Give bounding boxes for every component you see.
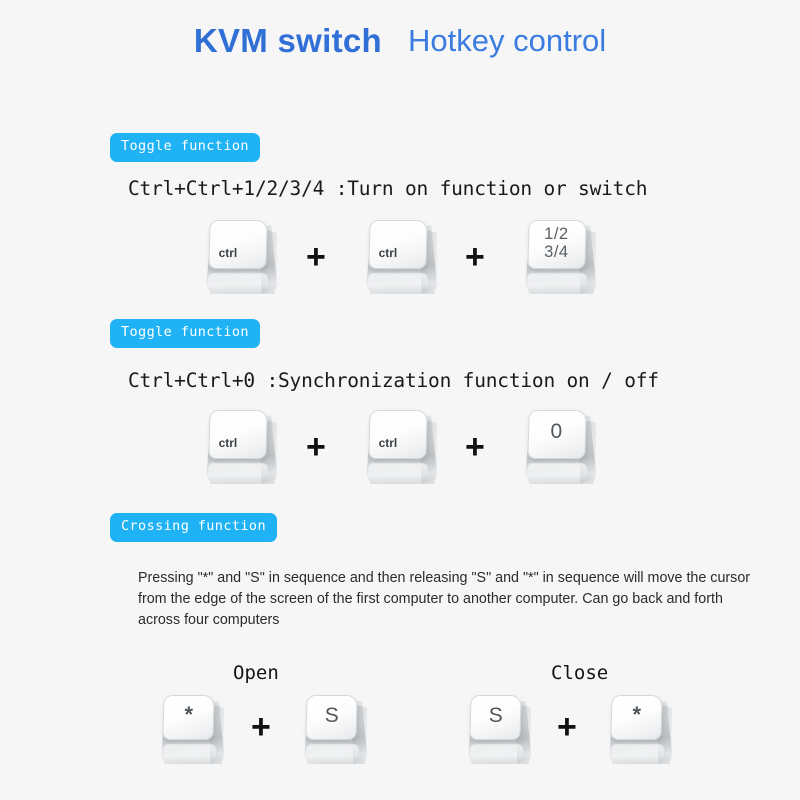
plus-icon-2: + bbox=[465, 238, 485, 276]
page-subtitle: Hotkey control bbox=[408, 23, 607, 58]
keycap-zero[interactable]: 0 bbox=[524, 408, 596, 484]
keycap-legend: S bbox=[488, 704, 503, 728]
keycap-highlight bbox=[526, 272, 588, 290]
crossing-function-description: Pressing "*" and "S" in sequence and the… bbox=[138, 570, 751, 628]
keycap-highlight bbox=[305, 744, 360, 760]
keycap-highlight bbox=[367, 272, 429, 290]
badge-toggle-function-2: Toggle function bbox=[110, 319, 260, 348]
keycap-legend: ctrl bbox=[218, 246, 238, 261]
label-close: Close bbox=[551, 662, 609, 684]
badge-toggle-function-1: Toggle function bbox=[110, 133, 260, 162]
keycap-ctrl-4[interactable]: ctrl bbox=[365, 408, 437, 484]
plus-icon-1: + bbox=[306, 238, 326, 276]
keycap-legend: ctrl bbox=[378, 246, 398, 261]
keyrow-toggle-switch: ctrl + ctrl + 1/2 3/4 bbox=[0, 218, 800, 300]
page-title: KVM switch bbox=[193, 22, 383, 59]
badge-crossing-function: Crossing function bbox=[110, 513, 277, 542]
keycap-legend: ctrl bbox=[378, 436, 398, 451]
keycap-s-close[interactable]: S bbox=[467, 694, 531, 764]
keycap-highlight bbox=[207, 272, 269, 290]
keycap-highlight bbox=[207, 462, 269, 480]
keycap-ctrl-1[interactable]: ctrl bbox=[205, 218, 277, 294]
keycap-highlight bbox=[469, 744, 524, 760]
keyrow-synchronization: ctrl + ctrl + 0 bbox=[0, 408, 800, 490]
keycap-s-open[interactable]: S bbox=[303, 694, 367, 764]
plus-icon-3: + bbox=[306, 428, 326, 466]
keycap-legend: ctrl bbox=[218, 436, 238, 451]
keycap-numbers[interactable]: 1/2 3/4 bbox=[524, 218, 596, 294]
keycap-legend: * bbox=[632, 701, 642, 727]
label-open: Open bbox=[233, 662, 279, 684]
keyrow-crossing: * + S S + * bbox=[0, 690, 800, 766]
keycap-legend: S bbox=[324, 704, 339, 728]
hotkey-guide-page: KVM switch Hotkey control Toggle function… bbox=[0, 0, 800, 800]
plus-icon-6: + bbox=[557, 708, 577, 746]
keycap-legend: 0 bbox=[550, 420, 563, 444]
keycap-legend: * bbox=[184, 701, 194, 727]
page-header: KVM switch Hotkey control bbox=[0, 22, 800, 60]
keycap-highlight bbox=[162, 744, 217, 760]
instruction-toggle-switch: Ctrl+Ctrl+1/2/3/4 :Turn on function or s… bbox=[128, 177, 648, 200]
keycap-ctrl-2[interactable]: ctrl bbox=[365, 218, 437, 294]
keycap-legend: 1/2 3/4 bbox=[544, 225, 569, 261]
keycap-asterisk-close[interactable]: * bbox=[608, 694, 672, 764]
instruction-synchronization: Ctrl+Ctrl+0 :Synchronization function on… bbox=[128, 369, 659, 392]
keycap-asterisk-open[interactable]: * bbox=[160, 694, 224, 764]
keycap-highlight bbox=[367, 462, 429, 480]
keycap-ctrl-3[interactable]: ctrl bbox=[205, 408, 277, 484]
keycap-highlight bbox=[610, 744, 665, 760]
plus-icon-5: + bbox=[251, 708, 271, 746]
keycap-highlight bbox=[526, 462, 588, 480]
plus-icon-4: + bbox=[465, 428, 485, 466]
